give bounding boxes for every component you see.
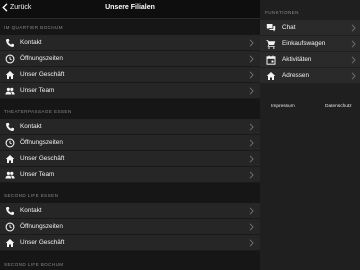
cart-icon — [266, 39, 276, 49]
menu-item-label: Aktivitäten — [282, 56, 312, 63]
chevron-right-icon — [351, 24, 356, 32]
list-item-unser-geschaeft[interactable]: Unser Geschäft — [0, 151, 260, 167]
home-icon — [266, 71, 276, 81]
chat-icon — [266, 23, 276, 33]
home-icon — [5, 70, 15, 80]
list-item-label: Unser Team — [20, 171, 55, 178]
chevron-right-icon — [249, 55, 254, 63]
menu-item-label: Chat — [282, 24, 296, 31]
chevron-right-icon — [351, 56, 356, 64]
list-item-label: Unser Geschäft — [20, 239, 65, 246]
chevron-right-icon — [249, 139, 254, 147]
list-item-unser-geschaeft[interactable]: Unser Geschäft — [0, 235, 260, 251]
chevron-right-icon — [249, 155, 254, 163]
calendar-icon — [266, 55, 276, 65]
impressum-link[interactable]: Impressum — [271, 104, 295, 109]
section-header-second-life-bochum: SECOND LIFE BOCHUM — [4, 262, 64, 267]
page-title: Unsere Filialen — [105, 4, 155, 11]
list-item-label: Unser Team — [20, 87, 55, 94]
list-item-oeffnungszeiten[interactable]: Öffnungszeiten — [0, 51, 260, 67]
menu-item-label: Adressen — [282, 72, 309, 79]
list-item-oeffnungszeiten[interactable]: Öffnungszeiten — [0, 135, 260, 151]
list-item-label: Kontakt — [20, 123, 42, 130]
navigation-bar: Zurück Unsere Filialen — [0, 0, 260, 19]
section-header-im-quartier-bochum: IM QUARTIER BOCHUM — [4, 25, 63, 30]
chevron-right-icon — [351, 72, 356, 80]
chevron-right-icon — [249, 239, 254, 247]
chevron-right-icon — [249, 171, 254, 179]
list-item-unser-geschaeft[interactable]: Unser Geschäft — [0, 67, 260, 83]
menu-item-einkaufswagen[interactable]: Einkaufswagen — [260, 36, 360, 52]
chevron-right-icon — [351, 40, 356, 48]
chevron-right-icon — [249, 223, 254, 231]
chevron-right-icon — [249, 123, 254, 131]
list-item-label: Unser Geschäft — [20, 155, 65, 162]
menu-item-aktivitaeten[interactable]: Aktivitäten — [260, 52, 360, 68]
list-item-label: Öffnungszeiten — [20, 139, 63, 146]
phone-icon — [5, 38, 15, 48]
people-icon — [5, 86, 15, 96]
list-item-label: Kontakt — [20, 39, 42, 46]
chevron-right-icon — [249, 207, 254, 215]
section-header-second-life-essen: SECOND LIFE ESSEN — [4, 193, 59, 198]
chevron-right-icon — [249, 39, 254, 47]
chevron-right-icon — [249, 87, 254, 95]
list-item-unser-team[interactable]: Unser Team — [0, 83, 260, 99]
people-icon — [5, 170, 15, 180]
list-item-label: Unser Geschäft — [20, 71, 65, 78]
menu-item-label: Einkaufswagen — [282, 40, 326, 47]
home-icon — [5, 238, 15, 248]
chevron-right-icon — [249, 71, 254, 79]
list-item-kontakt[interactable]: Kontakt — [0, 119, 260, 135]
list-item-label: Kontakt — [20, 207, 42, 214]
list-item-label: Öffnungszeiten — [20, 55, 63, 62]
clock-icon — [5, 54, 15, 64]
menu-item-adressen[interactable]: Adressen — [260, 68, 360, 84]
branches-pane: Zurück Unsere Filialen IM QUARTIER BOCHU… — [0, 0, 260, 270]
phone-icon — [5, 206, 15, 216]
menu-item-chat[interactable]: Chat — [260, 20, 360, 36]
phone-icon — [5, 122, 15, 132]
functions-menu: FUNKTIONEN Chat Einkaufswagen Aktivitäte… — [260, 0, 360, 270]
home-icon — [5, 154, 15, 164]
list-item-kontakt[interactable]: Kontakt — [0, 35, 260, 51]
list-item-oeffnungszeiten[interactable]: Öffnungszeiten — [0, 219, 260, 235]
list-item-unser-team[interactable]: Unser Team — [0, 167, 260, 183]
clock-icon — [5, 138, 15, 148]
section-header-theaterpassage-essen: THEATERPASSAGE ESSEN — [4, 109, 72, 114]
clock-icon — [5, 222, 15, 232]
menu-header: FUNKTIONEN — [265, 10, 299, 15]
datenschutz-link[interactable]: Datenschutz — [325, 104, 352, 109]
list-item-label: Öffnungszeiten — [20, 223, 63, 230]
list-item-kontakt[interactable]: Kontakt — [0, 203, 260, 219]
